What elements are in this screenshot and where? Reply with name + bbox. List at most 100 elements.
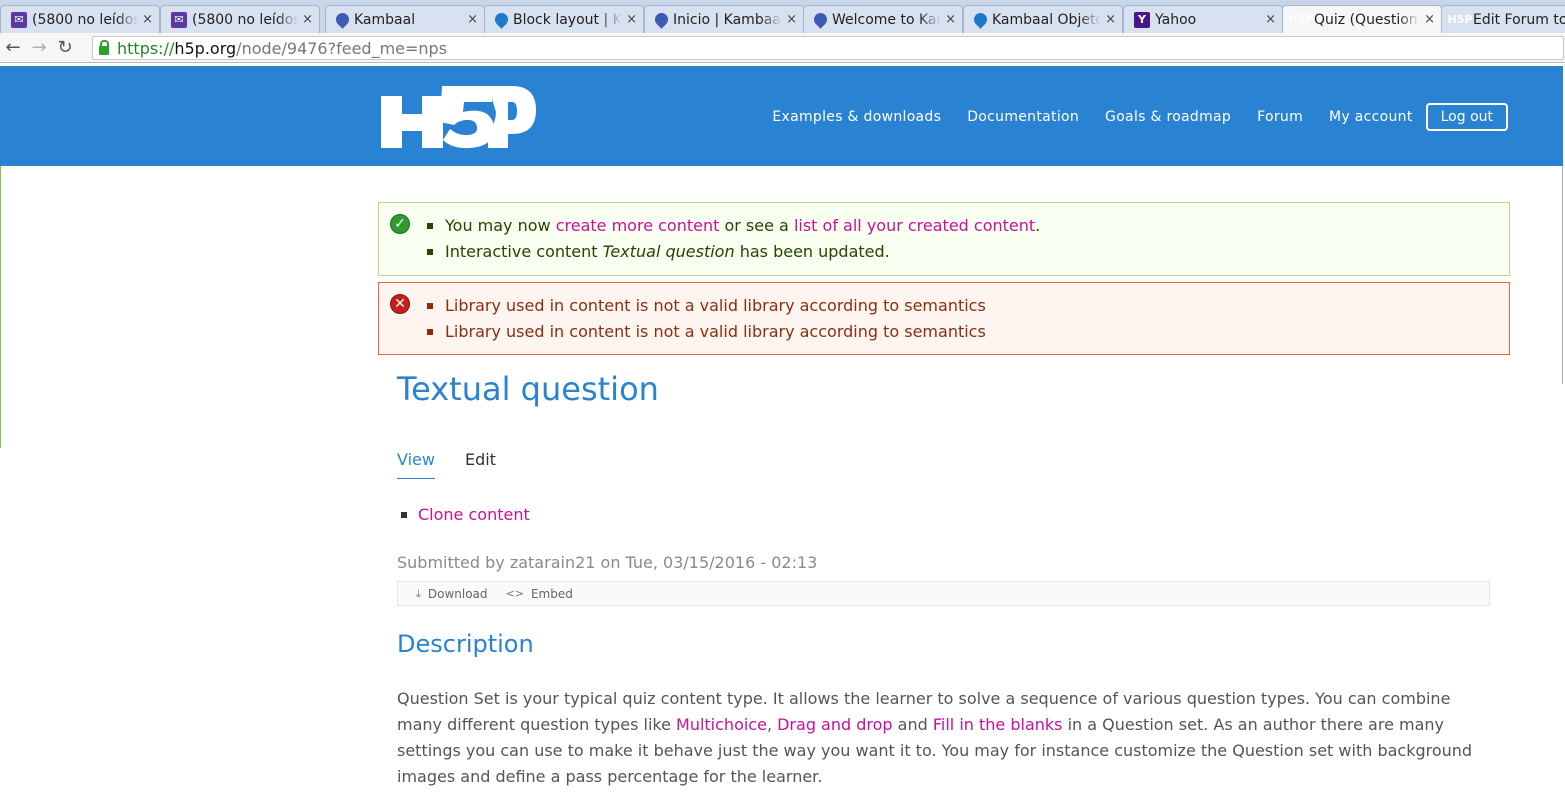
close-icon[interactable]: × [626,12,637,27]
bullet-icon [427,249,433,255]
tab-title: Kambaal Objetos [992,11,1102,28]
export-bar: ⤓ Download <> Embed [397,581,1490,606]
tab-title: (5800 no leídos) [192,11,299,28]
browser-tab[interactable]: ✉ (5800 no leídos) × [0,5,160,33]
tab-view[interactable]: View [397,450,435,479]
error-line: Library used in content is not a valid l… [445,296,986,315]
description-text: Question Set is your typical quiz conten… [397,689,1473,786]
nav-item-my-account[interactable]: My account [1329,109,1413,125]
browser-tab[interactable]: Welcome to Kambaal × [803,5,963,33]
mail-icon: ✉ [171,11,187,28]
close-icon[interactable]: × [302,12,313,27]
tab-title: Welcome to Kambaal [832,11,941,28]
reload-icon[interactable]: ↻ [52,37,78,58]
drupal-icon [971,10,990,29]
browser-tab[interactable]: Block layout | Kambaal × [484,5,644,33]
submitted-info: Submitted by zatarain21 on Tue, 03/15/20… [397,553,818,572]
section-title: Description [397,630,534,658]
browser-tab[interactable]: Y Yahoo × [1123,5,1283,33]
browser-tab[interactable]: ✉ (5800 no leídos) × [160,5,320,33]
forward-arrow-icon[interactable]: → [26,37,52,58]
frame-edge-right [1562,166,1563,384]
create-more-content-link[interactable]: create more content [556,216,720,235]
status-list: You may now create more content or see a… [427,216,1040,268]
browser-tab-active[interactable]: H5P Quiz (Question Set) × [1282,5,1442,33]
drop-icon [333,10,352,29]
tab-title: Kambaal [354,11,416,28]
close-icon[interactable]: × [1265,12,1276,27]
close-icon[interactable]: × [1105,12,1116,27]
lock-icon [99,39,109,55]
main-navigation: Examples & downloads Documentation Goals… [746,103,1508,131]
close-icon[interactable]: × [786,12,797,27]
drupal-icon [492,10,511,29]
error-x-icon: ✕ [390,294,410,314]
browser-tab[interactable]: Kambaal × [325,5,485,33]
bullet-icon [427,303,433,309]
multichoice-link[interactable]: Multichoice [676,715,767,734]
browser-tab[interactable]: Kambaal Objetos × [963,5,1123,33]
content-tabs: View Edit [397,450,526,479]
nav-item-documentation[interactable]: Documentation [967,109,1079,125]
embed-label: Embed [530,586,573,601]
list-item: Library used in content is not a valid l… [427,322,986,348]
download-icon: ⤓ [416,586,421,600]
tab-edit[interactable]: Edit [465,450,496,479]
list-item: You may now create more content or see a… [427,216,1040,242]
fill-in-the-blanks-link[interactable]: Fill in the blanks [933,715,1063,734]
tab-title: Yahoo [1155,11,1197,28]
download-button[interactable]: ⤓ Download [416,587,488,601]
browser-tab[interactable]: Inicio | Kambaal × [644,5,804,33]
page-title: Textual question [397,370,659,408]
list-item: Library used in content is not a valid l… [427,296,986,322]
tab-title: (5800 no leídos) [32,11,139,28]
nav-item-examples[interactable]: Examples & downloads [772,109,941,125]
action-links: Clone content [401,505,530,524]
nav-item-forum[interactable]: Forum [1257,109,1303,125]
h5p-icon: H5P [1447,13,1473,26]
tab-title: Inicio | Kambaal [673,11,783,28]
download-label: Download [427,586,488,601]
list-created-content-link[interactable]: list of all your created content [794,216,1035,235]
url-path: /node/9476?feed_me=nps [236,38,448,58]
logout-button[interactable]: Log out [1425,103,1508,131]
bullet-icon [427,329,433,335]
error-line: Library used in content is not a valid l… [445,322,986,341]
drop-icon [652,10,671,29]
close-icon[interactable]: × [1424,12,1435,27]
status-line: Interactive content Textual question has… [445,242,890,261]
clone-content-link[interactable]: Clone content [418,505,530,524]
code-icon: <> [505,587,524,600]
list-item: Interactive content Textual question has… [427,242,1040,268]
url-host: h5p.org [174,38,237,58]
frame-edge-left [0,166,1,448]
bullet-icon [401,511,407,518]
site-header: Examples & downloads Documentation Goals… [0,66,1563,166]
status-message: ✓ You may now create more content or see… [378,202,1510,276]
browser-tab[interactable]: H5P Edit Forum topic [1441,5,1565,33]
error-message: ✕ Library used in content is not a valid… [378,282,1510,355]
url-scheme: https:// [117,38,175,58]
drop-icon [811,10,830,29]
content-name: Textual question [602,242,735,261]
bullet-icon [427,223,433,229]
close-icon[interactable]: × [467,12,478,27]
mail-icon: ✉ [11,11,27,28]
tab-title: Edit Forum topic [1473,11,1565,28]
nav-item-goals[interactable]: Goals & roadmap [1105,109,1231,125]
browser-toolbar: ← → ↻ https:// h5p.org /node/9476?feed_m… [0,33,1565,63]
back-arrow-icon[interactable]: ← [0,37,26,58]
close-icon[interactable]: × [945,12,956,27]
status-line: You may now create more content or see a… [445,216,1041,235]
h5p-logo[interactable] [380,82,540,150]
embed-button[interactable]: <> Embed [506,587,573,601]
address-bar[interactable]: https:// h5p.org /node/9476?feed_me=nps [92,36,1564,60]
error-list: Library used in content is not a valid l… [427,296,986,348]
drag-and-drop-link[interactable]: Drag and drop [777,715,892,734]
yahoo-icon: Y [1134,11,1150,28]
close-icon[interactable]: × [142,12,153,27]
h5p-icon: H5P [1288,13,1314,26]
tab-title: Quiz (Question Set) [1314,11,1420,28]
h5p-logo-icon [381,86,536,149]
checkmark-icon: ✓ [390,214,410,234]
